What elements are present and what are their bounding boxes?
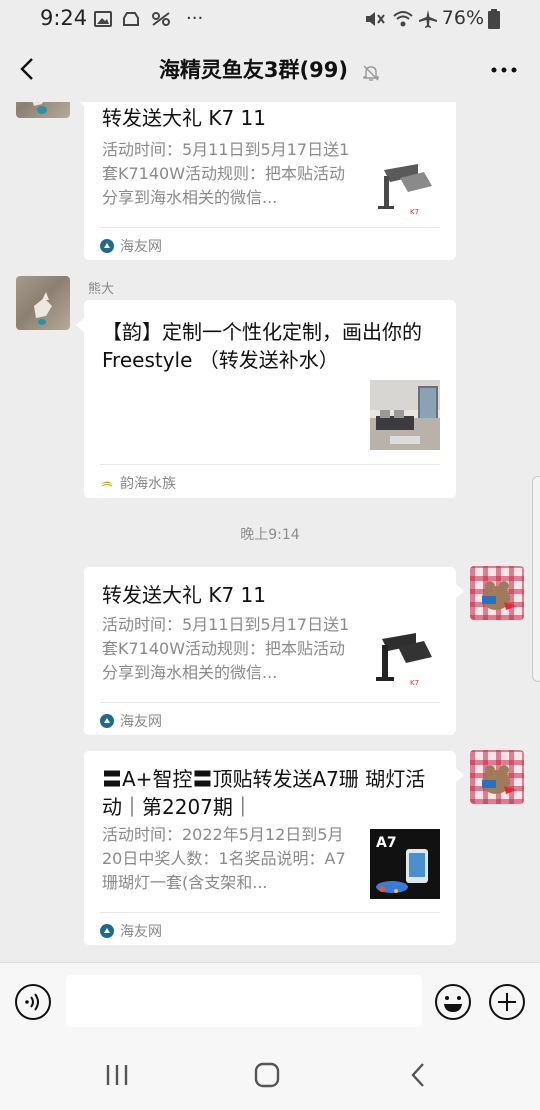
airplane-icon	[419, 10, 437, 28]
card-title: 〓A+智控〓顶贴转发送A7珊 瑚灯活动｜第2207期｜	[102, 767, 426, 819]
svg-text:K7: K7	[410, 679, 419, 687]
card-description: 活动时间：5月11日到5月17日送1套K7140W活动规则：把本贴活动分享到海水…	[102, 615, 350, 682]
title-wrap: 海精灵鱼友3群(99)	[0, 54, 540, 84]
message-input[interactable]	[66, 975, 422, 1027]
chat-title: 海精灵鱼友3群(99)	[158, 58, 348, 82]
battery-percent: 76%	[441, 7, 484, 29]
input-bar	[0, 962, 540, 1040]
emoji-icon[interactable]	[434, 983, 472, 1021]
recent-apps-icon[interactable]	[102, 1060, 132, 1090]
link-card[interactable]: 〓A+智控〓顶贴转发送A7珊 瑚灯活动｜第2207期｜ 活动时间：2022年5月…	[84, 751, 456, 945]
edge-panel-handle[interactable]	[532, 476, 540, 682]
card-divider	[100, 227, 440, 228]
more-status-icon: ···	[186, 8, 204, 29]
timestamp: 晚上9:14	[240, 527, 300, 543]
mute-status-icon	[366, 12, 385, 26]
wifi-icon	[393, 11, 413, 27]
battery-icon	[488, 9, 500, 29]
bubble-tail	[76, 102, 84, 106]
card-source-name: 海友网	[120, 239, 162, 255]
link-card[interactable]: 转发送大礼 K7 11 活动时间：5月11日到5月17日送1套K7140W活动规…	[84, 102, 456, 260]
message-list[interactable]: 转发送大礼 K7 11 活动时间：5月11日到5月17日送1套K7140W活动规…	[0, 102, 540, 962]
avatar[interactable]	[16, 276, 70, 330]
card-divider	[100, 464, 440, 465]
card-thumbnail: A7	[370, 829, 440, 899]
nav-back-icon[interactable]	[404, 1060, 434, 1090]
tray-icon	[123, 12, 139, 26]
gallery-icon	[94, 11, 112, 27]
card-divider	[100, 912, 440, 913]
card-source-name: 海友网	[120, 714, 162, 730]
avatar[interactable]	[16, 102, 70, 118]
bubble-tail	[456, 584, 464, 598]
card-thumbnail: K7	[370, 625, 440, 695]
card-thumbnail	[370, 380, 440, 450]
card-source-name: 韵海水族	[120, 476, 176, 492]
muted-bell-icon	[363, 65, 379, 81]
source-logo-icon	[101, 481, 113, 487]
card-source-name: 海友网	[120, 924, 162, 940]
status-bar: 9:24 ··· 76%	[0, 0, 540, 38]
more-options-icon[interactable]	[490, 60, 518, 80]
card-description: 活动时间：5月11日到5月17日送1套K7140W活动规则：把本贴活动分享到海水…	[102, 140, 350, 207]
sender-name: 熊大	[88, 282, 115, 297]
link-card[interactable]: 转发送大礼 K7 11 活动时间：5月11日到5月17日送1套K7140W活动规…	[84, 567, 456, 735]
card-divider	[100, 702, 440, 703]
bubble-tail	[456, 768, 464, 782]
link-card[interactable]: 【韵】定制一个性化定制，画出你的Freestyle （转发送补水） 韵海水族	[84, 300, 456, 498]
card-title: 转发送大礼 K7 11	[102, 106, 267, 130]
home-icon[interactable]	[252, 1060, 282, 1090]
source-logo-icon	[100, 714, 114, 728]
chat-header: 海精灵鱼友3群(99)	[0, 38, 540, 102]
card-source: 海友网	[100, 921, 162, 941]
svg-text:K7: K7	[410, 208, 419, 216]
source-logo-icon	[100, 239, 114, 253]
sim-icon	[152, 12, 170, 26]
bubble-tail	[76, 318, 84, 332]
card-title: 转发送大礼 K7 11	[102, 583, 267, 607]
add-attachment-icon[interactable]	[488, 983, 526, 1021]
card-source: 海友网	[100, 711, 162, 731]
system-nav-bar	[0, 1040, 540, 1110]
self-avatar[interactable]	[470, 566, 524, 620]
thumbnail-label: A7	[376, 835, 397, 851]
self-avatar[interactable]	[470, 750, 524, 804]
source-logo-icon	[100, 924, 114, 938]
card-source: 韵海水族	[100, 473, 176, 493]
status-time: 9:24	[40, 6, 88, 30]
card-source: 海友网	[100, 236, 162, 256]
card-title: 【韵】定制一个性化定制，画出你的Freestyle （转发送补水）	[102, 320, 422, 372]
card-description: 活动时间：2022年5月12日到5月20日中奖人数：1名奖品说明：A7珊瑚灯一套…	[102, 825, 346, 892]
card-thumbnail: K7	[370, 154, 440, 224]
voice-input-icon[interactable]	[14, 983, 52, 1021]
